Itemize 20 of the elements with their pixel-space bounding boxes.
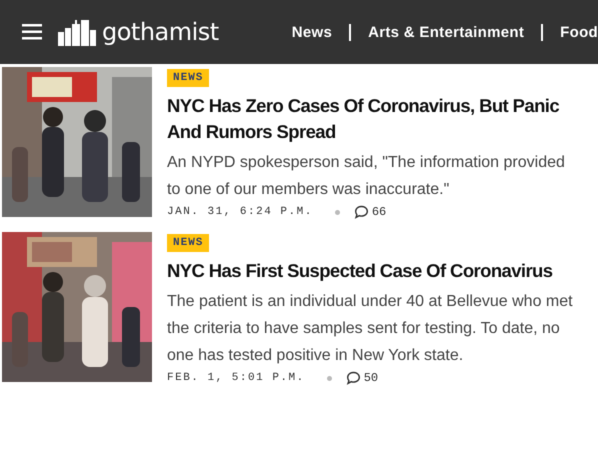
brand-name[interactable]: gothamist [102,18,219,46]
nav-link[interactable]: Food [560,24,598,40]
nav-link[interactable]: News [292,24,332,40]
comment-count[interactable]: 50 [364,371,378,385]
menu-icon[interactable] [22,24,42,40]
skyline-logo-icon[interactable] [58,20,96,46]
comment-icon[interactable] [354,205,369,219]
publish-date: FEB. 1, 5:01 P.M. [167,372,305,384]
article-summary: An NYPD spokesperson said, "The information provided to one of our members was inaccurate." [167,153,566,200]
comment-count[interactable]: 66 [372,205,386,219]
nav-link[interactable]: Arts & Entertainment [368,24,524,40]
category-tag[interactable]: NEWS [167,69,210,87]
separator-dot [334,210,340,214]
separator-dot [326,376,332,380]
category-tag[interactable]: NEWS [167,234,210,252]
publish-date: JAN. 31, 6:24 P.M. [167,206,313,218]
article-summary: The patient is an individual under 40 at Bellevue who met the criteria to have samples sent for testing. To date, no one has tested positive in New York state. [167,292,574,366]
comment-icon[interactable] [346,371,361,385]
article-headline[interactable]: NYC Has First Suspected Case Of Coronavirus [167,258,552,284]
article-headline[interactable]: NYC Has Zero Cases Of Coronavirus, But Panic And Rumors Spread [167,93,587,145]
